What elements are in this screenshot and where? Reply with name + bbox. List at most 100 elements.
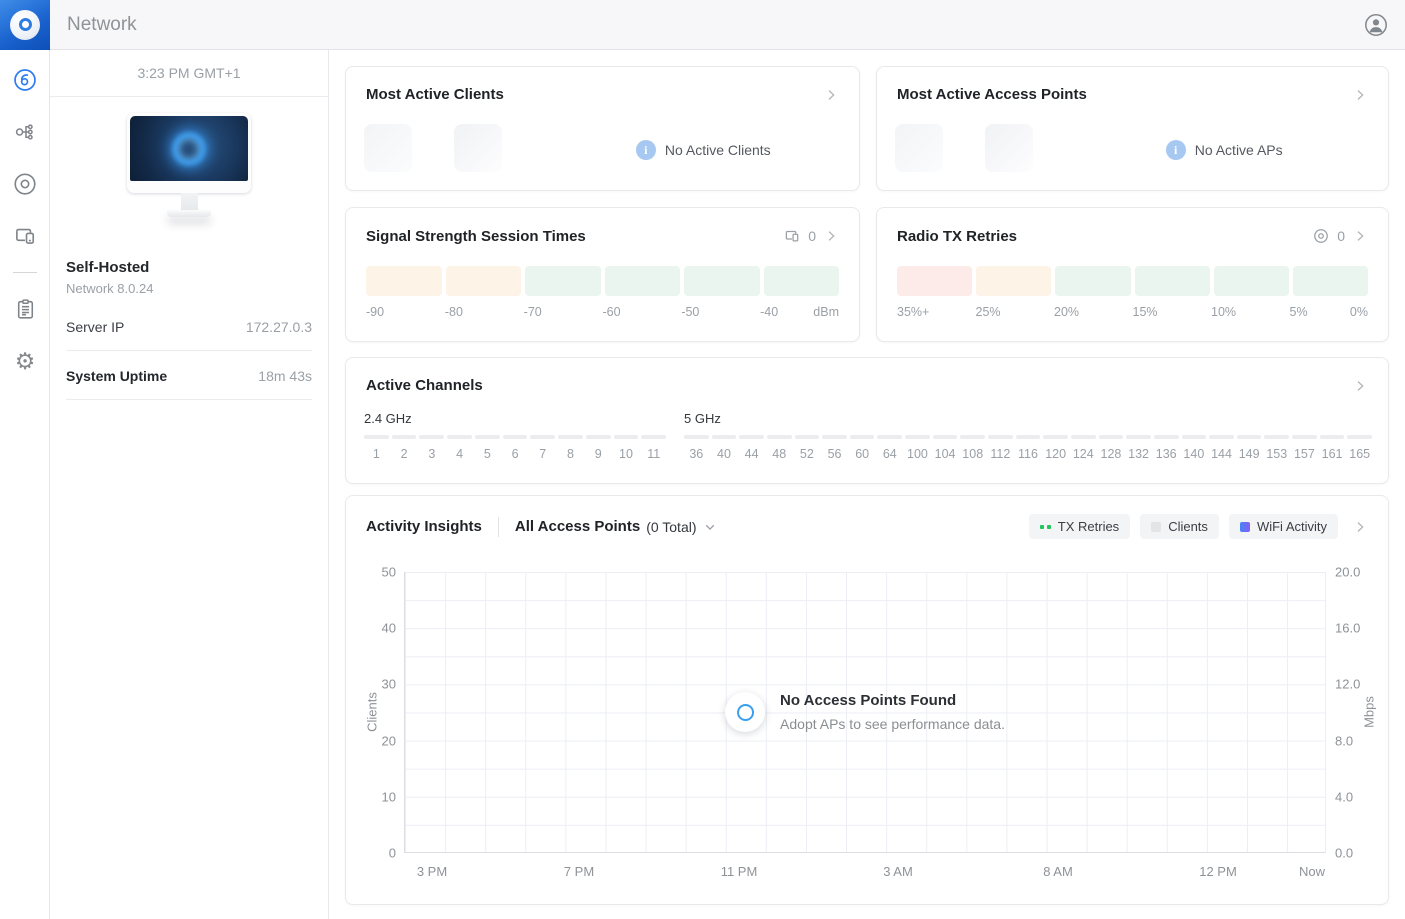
legend-chip-clients[interactable]: Clients bbox=[1140, 514, 1219, 539]
channel-segment: 5 bbox=[475, 435, 500, 461]
card-title: Radio TX Retries bbox=[897, 228, 1017, 245]
sidebar-item-topology[interactable] bbox=[0, 106, 50, 158]
settings-gear-icon: ⚙ bbox=[15, 350, 36, 373]
sidebar-item-insights[interactable] bbox=[0, 283, 50, 335]
channel-segment: 64 bbox=[877, 435, 902, 461]
legend-chip-tx-retries[interactable]: TX Retries bbox=[1029, 514, 1130, 539]
chevron-right-icon[interactable] bbox=[1352, 87, 1368, 103]
histogram-bar bbox=[1055, 266, 1130, 296]
channel-segment: 48 bbox=[767, 435, 792, 461]
channel-segment: 40 bbox=[712, 435, 737, 461]
server-ip-value: 172.27.0.3 bbox=[246, 319, 312, 335]
channel-segment: 8 bbox=[558, 435, 583, 461]
channel-segment: 100 bbox=[905, 435, 930, 461]
channel-segment: 1 bbox=[364, 435, 389, 461]
header-divider bbox=[498, 517, 499, 537]
channel-segment: 6 bbox=[503, 435, 528, 461]
active-channels-card: Active Channels 2.4 GHz12345678910115 GH… bbox=[345, 357, 1389, 484]
bar-label: -60 bbox=[602, 305, 681, 319]
sidebar-item-dashboard[interactable] bbox=[0, 54, 50, 106]
histogram-bar bbox=[684, 266, 760, 296]
bar-label: 20% bbox=[1054, 305, 1133, 319]
signal-strength-bars bbox=[366, 266, 839, 296]
chevron-right-icon[interactable] bbox=[1352, 519, 1368, 535]
unifi-logo-ring bbox=[10, 10, 40, 40]
unifi-network-app: Network bbox=[0, 0, 1405, 919]
right-axis-title: Mbps bbox=[1362, 696, 1377, 728]
histogram-bar bbox=[366, 266, 442, 296]
page-title: Network bbox=[67, 14, 137, 36]
uptime-row: System Uptime 18m 43s bbox=[66, 351, 312, 400]
chevron-right-icon[interactable] bbox=[1352, 378, 1368, 394]
session-count: 0 bbox=[808, 228, 816, 244]
server-ip-label: Server IP bbox=[66, 319, 124, 335]
sidebar-divider bbox=[13, 272, 37, 273]
x-axis-tick: 12 PM bbox=[1199, 864, 1237, 879]
unifi-logo-icon[interactable] bbox=[0, 0, 50, 50]
card-title: Most Active Access Points bbox=[897, 86, 1087, 103]
channel-segment: 116 bbox=[1016, 435, 1041, 461]
channel-segment: 136 bbox=[1154, 435, 1179, 461]
chart-empty-state: No Access Points Found Adopt APs to see … bbox=[725, 692, 1005, 732]
channel-segment: 10 bbox=[614, 435, 639, 461]
sidebar-item-clients[interactable] bbox=[0, 210, 50, 262]
chevron-down-icon bbox=[703, 520, 717, 534]
app-header: Network bbox=[0, 0, 1405, 50]
ap-selector-dropdown[interactable]: All Access Points (0 Total) bbox=[515, 518, 717, 535]
signal-strength-labels: -90-80-70-60-50-40dBm bbox=[366, 305, 839, 319]
self-hosted-console-image bbox=[127, 113, 251, 217]
y-axis-tick-left: 20 bbox=[336, 733, 396, 748]
channel-segment: 112 bbox=[988, 435, 1013, 461]
y-axis-tick-left: 0 bbox=[336, 846, 396, 861]
uptime-value: 18m 43s bbox=[258, 368, 312, 384]
chart-legend: TX Retries Clients WiFi Activity bbox=[1029, 514, 1338, 539]
channel-band: 2.4 GHz1234567891011 bbox=[364, 411, 666, 461]
bar-label: 15% bbox=[1133, 305, 1212, 319]
histogram-bar bbox=[1135, 266, 1210, 296]
ap-selector-label: All Access Points bbox=[515, 518, 640, 535]
user-avatar-icon[interactable] bbox=[1364, 13, 1388, 37]
channel-segment: 144 bbox=[1209, 435, 1234, 461]
channel-band: 5 GHz36404448525660641001041081121161201… bbox=[684, 411, 1372, 461]
bar-label: dBm bbox=[813, 305, 839, 319]
card-title: Most Active Clients bbox=[366, 86, 504, 103]
chevron-right-icon[interactable] bbox=[823, 87, 839, 103]
channel-bands: 2.4 GHz12345678910115 GHz364044485256606… bbox=[346, 394, 1388, 461]
y-axis-tick-right: 16.0 bbox=[1335, 621, 1395, 636]
histogram-bar bbox=[764, 266, 840, 296]
bar-label: -90 bbox=[366, 305, 445, 319]
sidebar-item-settings[interactable]: ⚙ bbox=[0, 335, 50, 387]
histogram-bar bbox=[1214, 266, 1289, 296]
sidebar-item-devices[interactable] bbox=[0, 158, 50, 210]
retries-count: 0 bbox=[1337, 228, 1345, 244]
card-title: Active Channels bbox=[366, 377, 483, 394]
signal-strength-card: Signal Strength Session Times 0 -90-80-7… bbox=[345, 207, 860, 342]
info-panel: 3:23 PM GMT+1 Self-Hosted Network 8.0.24… bbox=[50, 50, 329, 919]
sidebar: ⚙ bbox=[0, 50, 50, 919]
y-axis-tick-left: 30 bbox=[336, 677, 396, 692]
card-title: Signal Strength Session Times bbox=[366, 228, 586, 245]
channel-segment: 56 bbox=[822, 435, 847, 461]
channel-segment: 132 bbox=[1126, 435, 1151, 461]
chevron-right-icon[interactable] bbox=[1352, 228, 1368, 244]
clients-icon bbox=[12, 223, 38, 249]
channel-segment: 104 bbox=[933, 435, 958, 461]
channel-segment: 7 bbox=[530, 435, 555, 461]
channel-segment: 60 bbox=[850, 435, 875, 461]
bar-label: 35%+ bbox=[897, 305, 976, 319]
channel-segment: 4 bbox=[447, 435, 472, 461]
x-axis-tick: 7 PM bbox=[564, 864, 594, 879]
legend-chip-wifi-activity[interactable]: WiFi Activity bbox=[1229, 514, 1338, 539]
current-time: 3:23 PM GMT+1 bbox=[50, 50, 328, 97]
chevron-right-icon[interactable] bbox=[823, 228, 839, 244]
most-active-aps-card: Most Active Access Points i No Active AP… bbox=[876, 66, 1389, 191]
x-axis-tick: 8 AM bbox=[1043, 864, 1073, 879]
channel-segment: 11 bbox=[641, 435, 666, 461]
x-axis-tick: 3 PM bbox=[417, 864, 447, 879]
y-axis-tick-right: 12.0 bbox=[1335, 677, 1395, 692]
histogram-bar bbox=[897, 266, 972, 296]
histogram-bar bbox=[976, 266, 1051, 296]
y-axis-tick-right: 20.0 bbox=[1335, 565, 1395, 580]
band-label: 5 GHz bbox=[684, 411, 1372, 426]
band-label: 2.4 GHz bbox=[364, 411, 666, 426]
